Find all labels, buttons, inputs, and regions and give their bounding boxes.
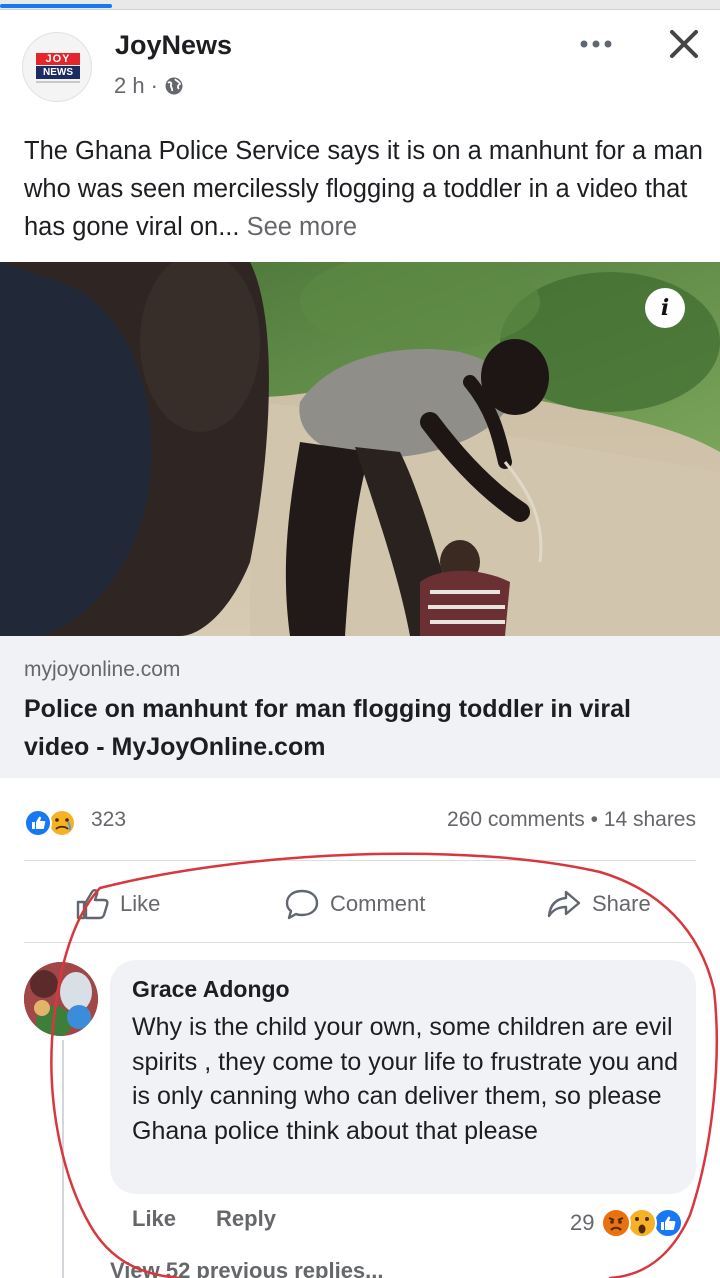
- logo-joy-text: JOY: [36, 53, 80, 65]
- share-icon: [547, 890, 581, 918]
- comment-button[interactable]: Comment: [284, 884, 425, 924]
- top-progress-bar: [0, 0, 720, 10]
- sad-icon: [48, 809, 76, 837]
- logo-news-text: NEWS: [36, 66, 80, 79]
- action-bar: Like Comment Share: [0, 872, 720, 936]
- share-label: Share: [592, 891, 651, 916]
- divider: [24, 942, 696, 943]
- link-preview[interactable]: myjoyonline.com Police on manhunt for ma…: [0, 636, 720, 778]
- globe-icon: [165, 77, 183, 95]
- page-avatar-logo[interactable]: JOY NEWS: [22, 32, 92, 102]
- comment-reactions[interactable]: 29: [570, 1206, 684, 1240]
- thumbs-up-icon: [76, 889, 109, 920]
- comment-bubble: Grace Adongo Why is the child your own, …: [110, 960, 696, 1194]
- comment-reaction-count: 29: [570, 1210, 595, 1235]
- link-title[interactable]: Police on manhunt for man flogging toddl…: [24, 690, 694, 766]
- post-body: The Ghana Police Service says it is on a…: [24, 137, 703, 241]
- video-thumbnail[interactable]: [0, 262, 720, 636]
- divider: [24, 860, 696, 861]
- reaction-count[interactable]: 323: [91, 808, 126, 832]
- reply-thread-line: [62, 1040, 64, 1278]
- comment-label: Comment: [330, 891, 426, 916]
- post-meta: 2 h ·: [114, 73, 184, 99]
- close-icon[interactable]: [668, 28, 700, 60]
- more-options-icon[interactable]: [578, 38, 614, 50]
- link-domain: myjoyonline.com: [24, 658, 181, 681]
- comment-author[interactable]: Grace Adongo: [132, 976, 290, 1003]
- like-button[interactable]: Like: [74, 884, 160, 924]
- comment-icon: [285, 889, 319, 920]
- post-stats: 323 260 comments • 14 shares: [0, 800, 720, 844]
- post-time[interactable]: 2 h: [114, 73, 145, 99]
- share-button[interactable]: Share: [546, 884, 651, 924]
- logo-underline: [36, 81, 80, 83]
- info-icon[interactable]: i: [645, 288, 685, 328]
- like-label: Like: [120, 891, 161, 916]
- progress-fill: [0, 4, 112, 8]
- reaction-icons[interactable]: [24, 808, 84, 838]
- commenter-avatar[interactable]: [24, 962, 98, 1036]
- comment-actions: Like Reply: [132, 1206, 276, 1232]
- comment-text: Why is the child your own, some children…: [132, 1013, 679, 1145]
- page-name[interactable]: JoyNews: [115, 30, 232, 61]
- post-header: JOY NEWS JoyNews 2 h ·: [0, 10, 720, 110]
- view-previous-replies-link[interactable]: View 52 previous replies...: [110, 1258, 384, 1278]
- angry-icon: [601, 1208, 632, 1238]
- post-text: The Ghana Police Service says it is on a…: [24, 132, 704, 246]
- meta-separator: ·: [150, 73, 158, 98]
- comment-reaction-icons: [601, 1208, 684, 1238]
- comments-shares-count[interactable]: 260 comments • 14 shares: [447, 808, 696, 832]
- comment-reply-button[interactable]: Reply: [216, 1206, 276, 1232]
- see-more-link[interactable]: See more: [247, 213, 358, 241]
- comment-like-button[interactable]: Like: [132, 1206, 176, 1232]
